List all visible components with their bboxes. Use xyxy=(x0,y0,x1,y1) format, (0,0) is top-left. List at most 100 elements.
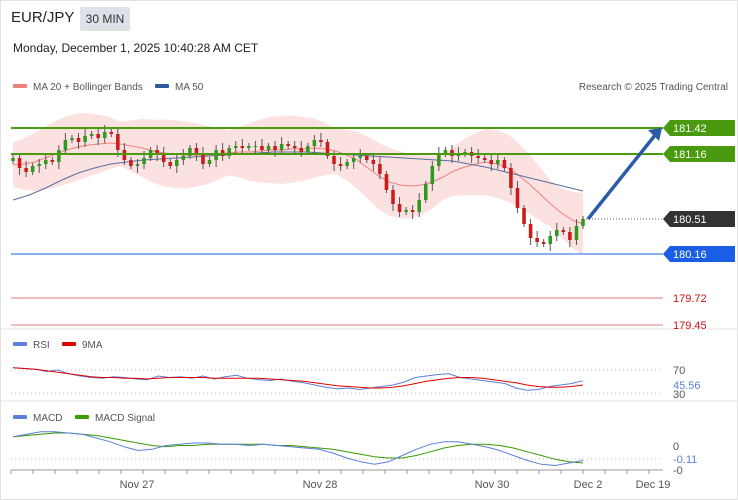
candle-body xyxy=(371,160,376,164)
candle-body xyxy=(116,134,120,150)
x-axis-ticks xyxy=(10,470,650,474)
candle-body xyxy=(273,146,277,150)
candle-body xyxy=(299,148,304,152)
candle-body xyxy=(515,188,520,208)
legend-swatch-macd-signal xyxy=(75,415,89,419)
candle-body xyxy=(581,219,585,226)
macd-last-value: -0.11 xyxy=(673,454,697,466)
candle-body xyxy=(57,150,61,162)
candle-body xyxy=(96,134,100,138)
candle-body xyxy=(102,132,107,138)
legend-swatch-rsi xyxy=(13,342,27,346)
legend-label-rsi: RSI xyxy=(33,340,50,351)
rsi-tick-70: 70 xyxy=(673,365,685,377)
price-panel xyxy=(11,113,585,256)
chart-canvas[interactable]: MA 20 + Bollinger Bands MA 50 Research ©… xyxy=(0,0,738,500)
macd-tick-0: 0 xyxy=(673,441,679,453)
copyright-text: Research © 2025 Trading Central xyxy=(579,82,728,93)
macd-signal-line xyxy=(12,432,584,464)
candle-body xyxy=(365,156,369,160)
candle-body xyxy=(397,204,402,212)
pivot-tag-label: 180.16 xyxy=(673,249,707,261)
candle-body xyxy=(568,232,572,240)
rsi-panel xyxy=(12,367,584,391)
legend-swatch-macd xyxy=(13,415,27,419)
candle-body xyxy=(286,144,290,146)
x-tick-label: Dec 2 xyxy=(574,479,603,491)
forecast-arrow xyxy=(586,132,658,221)
candle-body xyxy=(312,140,317,146)
candle-body xyxy=(37,164,41,166)
candle-body xyxy=(548,236,553,244)
candle-body xyxy=(109,132,114,134)
candle-body xyxy=(201,154,205,164)
candle-body xyxy=(142,158,146,164)
legend-label-9ma: 9MA xyxy=(82,340,103,351)
candle-body xyxy=(319,140,323,142)
support-label: 179.45 xyxy=(673,320,707,332)
candle-body xyxy=(11,158,15,161)
candle-body xyxy=(351,158,356,162)
candle-body xyxy=(502,160,507,168)
candle-body xyxy=(279,144,284,150)
candle-body xyxy=(17,158,22,168)
legend-label-ma20: MA 20 + Bollinger Bands xyxy=(33,82,143,93)
candle-body xyxy=(70,138,74,140)
legend-label-macd-signal: MACD Signal xyxy=(95,413,155,424)
x-tick-label: Dec 19 xyxy=(636,479,671,491)
rsi-line xyxy=(12,367,584,391)
candle-body xyxy=(306,146,310,152)
candle-body xyxy=(266,146,271,150)
candle-body xyxy=(247,146,251,148)
candle-body xyxy=(24,168,28,172)
candle-body xyxy=(181,156,186,160)
candle-body xyxy=(476,156,480,158)
candle-body xyxy=(522,208,526,224)
candle-body xyxy=(76,138,81,142)
x-tick-label: Nov 28 xyxy=(303,479,338,491)
candle-body xyxy=(528,224,533,238)
candle-body xyxy=(83,136,87,142)
resistance-tag-label: 181.42 xyxy=(673,123,707,135)
candle-body xyxy=(168,162,173,166)
candle-body xyxy=(489,160,494,164)
legend-label-macd: MACD xyxy=(33,413,62,424)
candle-body xyxy=(482,158,487,160)
candle-body xyxy=(43,160,48,164)
candle-body xyxy=(135,164,140,166)
candle-body xyxy=(437,154,441,166)
candle-body xyxy=(338,164,343,166)
macd-tick-minus0: -0 xyxy=(673,465,683,477)
last-price-tag-label: 180.51 xyxy=(673,214,707,226)
candle-body xyxy=(89,134,94,136)
macd-panel xyxy=(12,431,584,467)
candle-body xyxy=(292,146,297,148)
macd-line xyxy=(12,431,584,467)
candle-body xyxy=(417,200,421,212)
legend-swatch-9ma xyxy=(62,342,76,346)
candle-body xyxy=(541,242,546,244)
rsi-last-value: 45.56 xyxy=(673,380,701,392)
candle-body xyxy=(410,210,415,212)
candle-body xyxy=(50,160,55,162)
support-label: 179.72 xyxy=(673,293,707,305)
x-tick-label: Nov 27 xyxy=(120,479,155,491)
legend-swatch-ma50 xyxy=(155,84,169,88)
candle-body xyxy=(161,154,166,162)
candle-body xyxy=(253,146,258,147)
candle-body xyxy=(129,160,133,166)
candle-body xyxy=(574,226,579,240)
candle-body xyxy=(240,146,245,148)
candle-body xyxy=(332,156,336,164)
candle-body xyxy=(423,184,428,200)
candle-body xyxy=(207,160,212,164)
candle-body xyxy=(430,166,435,184)
legend-swatch-ma20 xyxy=(13,84,27,88)
legend-label-ma50: MA 50 xyxy=(175,82,204,93)
candle-body xyxy=(561,230,566,232)
candle-body xyxy=(391,190,395,204)
candle-body xyxy=(345,162,349,166)
candle-body xyxy=(378,164,382,174)
candle-body xyxy=(233,146,238,148)
candle-body xyxy=(555,230,559,236)
